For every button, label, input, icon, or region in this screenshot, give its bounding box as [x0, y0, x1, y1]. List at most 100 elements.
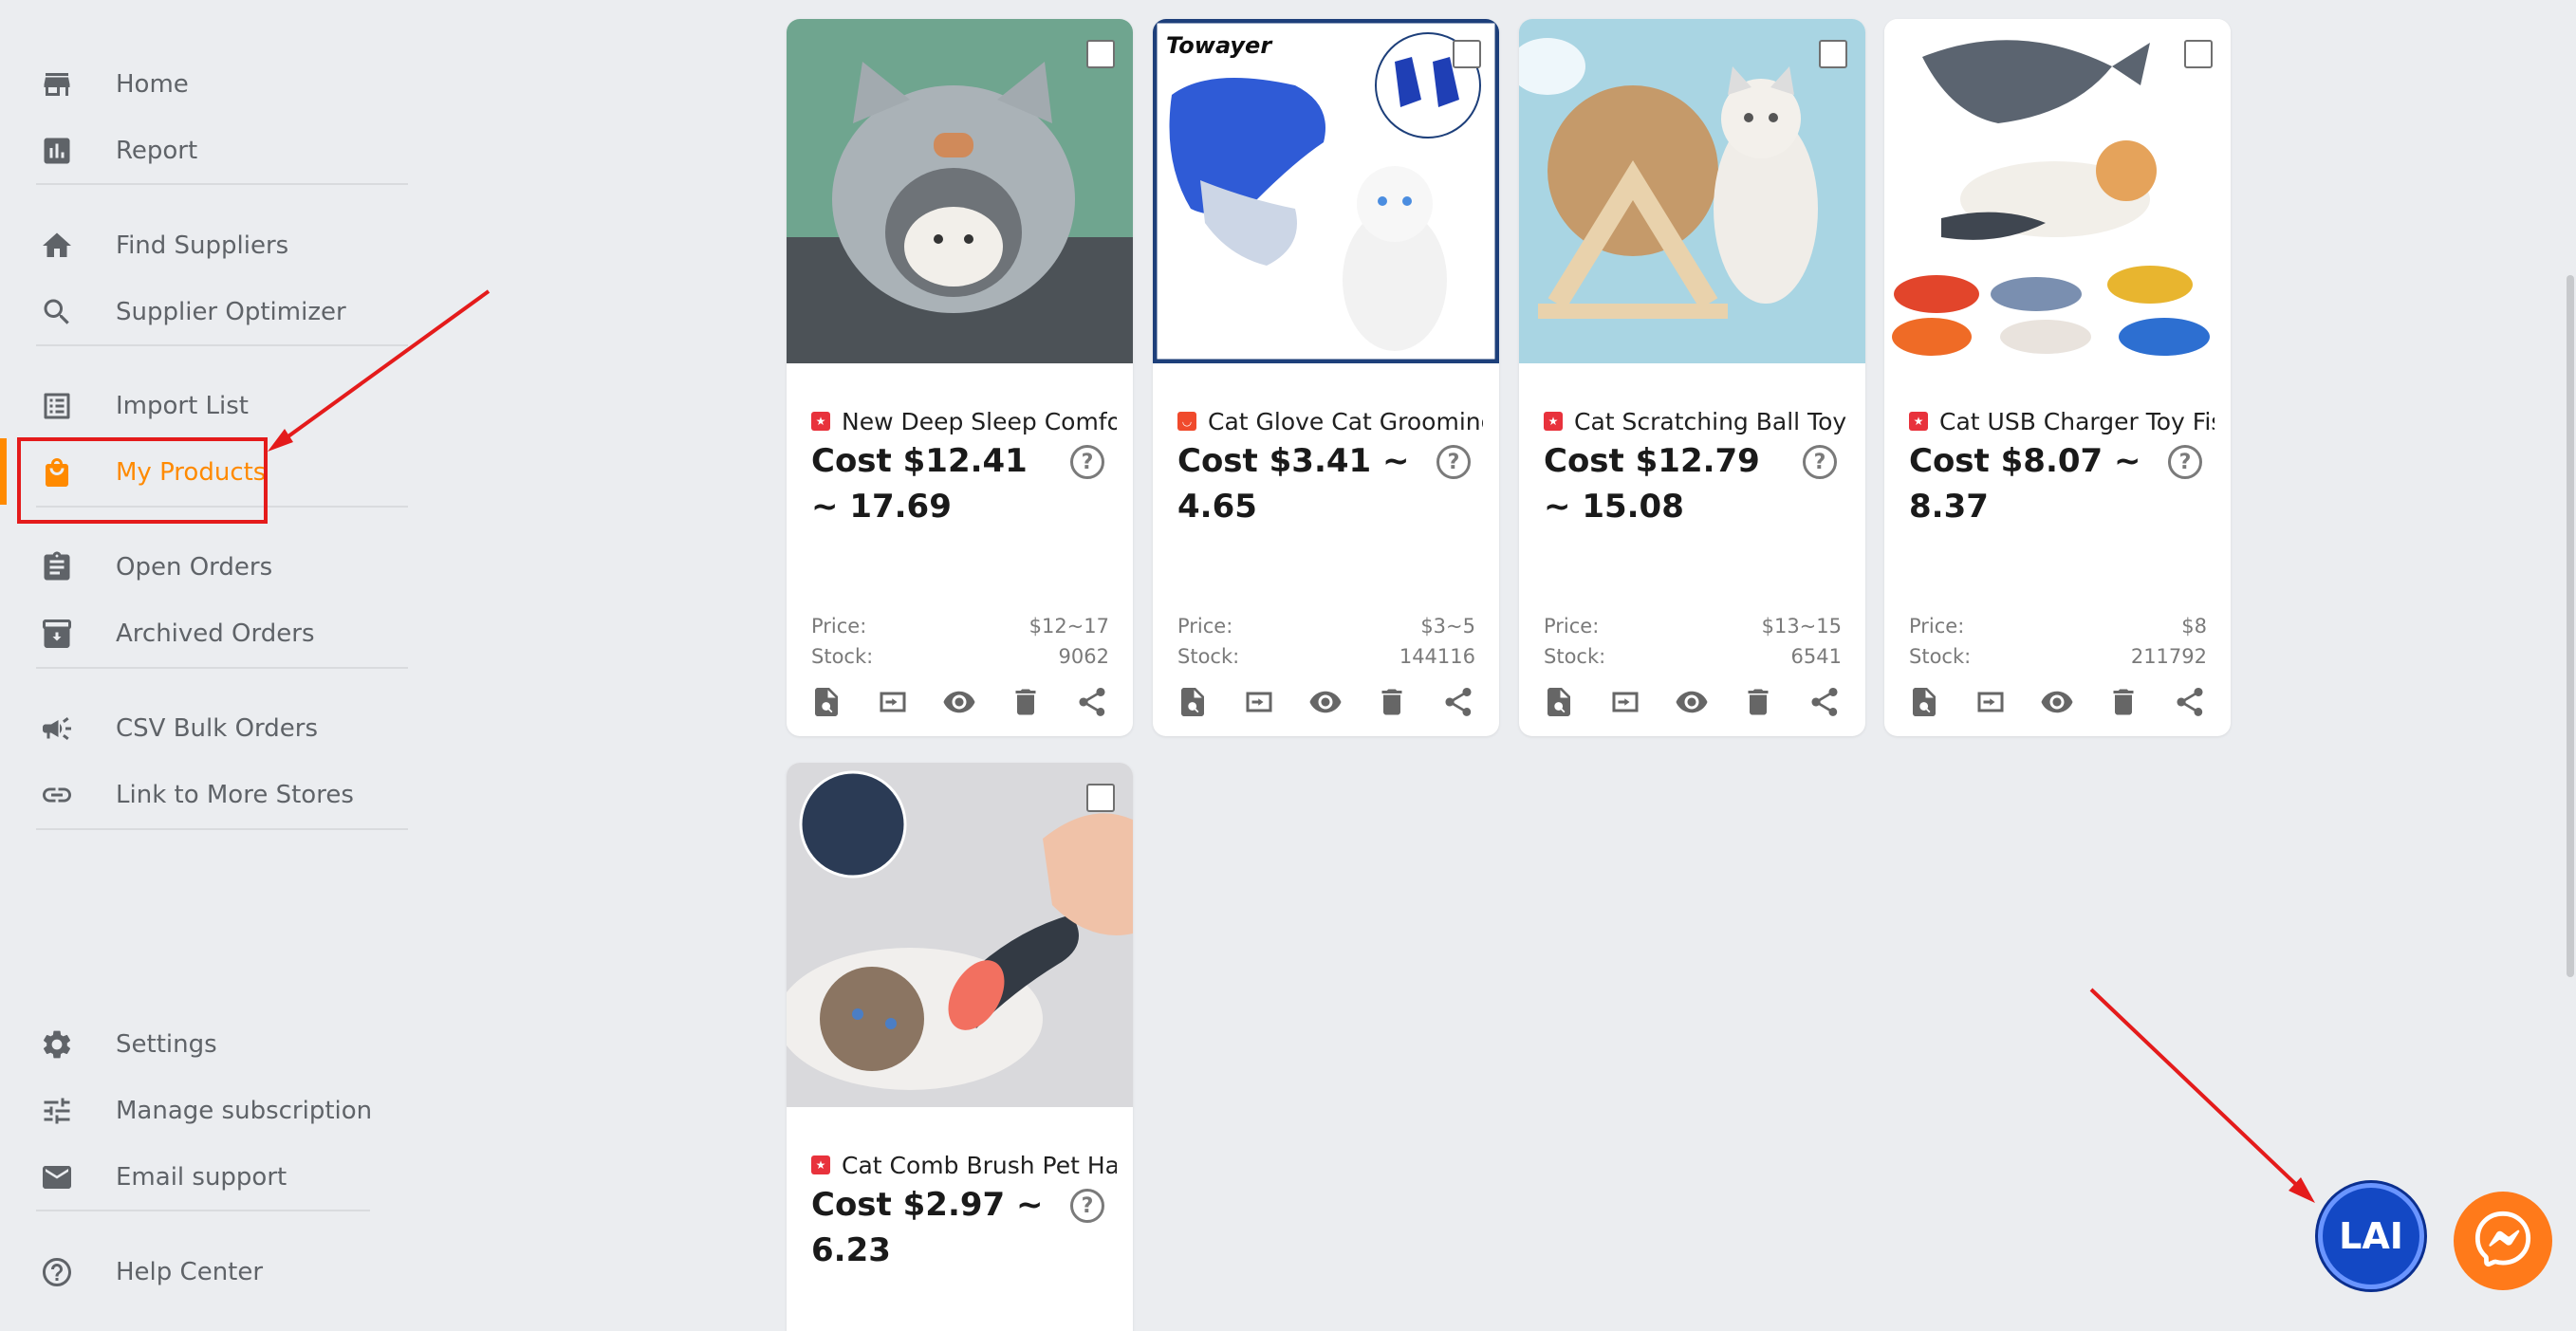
select-checkbox[interactable] — [1086, 40, 1115, 68]
stock-row: Stock: 211792 — [1909, 645, 2207, 668]
view-icon[interactable] — [2038, 683, 2076, 721]
sidebar-item-home[interactable]: Home — [0, 51, 408, 118]
find-supplier-icon[interactable] — [1905, 683, 1943, 721]
aliexpress-icon: ★ — [811, 412, 830, 431]
share-icon[interactable] — [2171, 683, 2209, 721]
sidebar-item-csv-bulk-orders[interactable]: CSV Bulk Orders — [0, 695, 408, 762]
view-icon[interactable] — [940, 683, 978, 721]
product-card[interactable]: ★ Cat Scratching Ball Toy K Cost $12.79 … — [1519, 19, 1865, 736]
aliexpress-icon: ★ — [811, 1155, 830, 1174]
messenger-icon — [2473, 1209, 2533, 1274]
page-scrollbar[interactable] — [2567, 275, 2574, 977]
divider — [36, 667, 408, 669]
aliexpress-icon: ★ — [1909, 412, 1928, 431]
stock-value: 211792 — [2130, 645, 2207, 668]
price-row: Price: $13~15 — [1544, 615, 1842, 638]
delete-icon[interactable] — [2104, 683, 2142, 721]
product-image[interactable] — [1519, 19, 1865, 363]
sidebar-item-label: Open Orders — [116, 553, 273, 582]
product-title-row: ★ Cat USB Charger Toy Fisl — [1909, 406, 2215, 436]
stock-value: 144116 — [1399, 645, 1475, 668]
price-value: $13~15 — [1761, 615, 1842, 638]
sidebar-item-archived-orders[interactable]: Archived Orders — [0, 601, 408, 667]
find-supplier-icon[interactable] — [1174, 683, 1212, 721]
select-checkbox[interactable] — [1453, 40, 1481, 68]
stock-row: Stock: 9062 — [811, 645, 1109, 668]
push-to-store-icon[interactable] — [1606, 683, 1644, 721]
sidebar-item-settings[interactable]: Settings — [0, 1011, 408, 1078]
delete-icon[interactable] — [1007, 683, 1045, 721]
divider — [36, 344, 408, 346]
sidebar-item-help-center[interactable]: Help Center — [0, 1239, 408, 1305]
help-icon[interactable]: ? — [1436, 445, 1471, 479]
share-icon[interactable] — [1073, 683, 1111, 721]
share-icon[interactable] — [1806, 683, 1844, 721]
price-label: Price: — [1544, 615, 1600, 638]
product-title[interactable]: Cat Comb Brush Pet Hai — [842, 1152, 1117, 1179]
push-to-store-icon[interactable] — [1240, 683, 1278, 721]
sidebar-item-import-list[interactable]: Import List — [0, 373, 408, 439]
link-icon — [38, 776, 76, 814]
product-title-row: ★ Cat Comb Brush Pet Hai — [811, 1150, 1117, 1180]
product-image[interactable] — [787, 763, 1133, 1107]
product-title[interactable]: Cat USB Charger Toy Fisl — [1939, 408, 2215, 435]
price-value: $3~5 — [1420, 615, 1475, 638]
sidebar-item-open-orders[interactable]: Open Orders — [0, 534, 408, 601]
stock-row: Stock: 144116 — [1177, 645, 1475, 668]
sidebar-item-supplier-optimizer[interactable]: Supplier Optimizer — [0, 279, 408, 345]
product-card[interactable]: Towayer ◡ Cat Glove Cat Grooming Cost $3… — [1153, 19, 1499, 736]
lai-assistant-button[interactable]: LAI — [2318, 1183, 2424, 1289]
product-cost: Cost $12.79 ~ 15.08 — [1544, 442, 1760, 526]
stock-row: Stock: 6541 — [1544, 645, 1842, 668]
price-label: Price: — [811, 615, 867, 638]
share-icon[interactable] — [1439, 683, 1477, 721]
find-supplier-icon[interactable] — [807, 683, 845, 721]
sidebar-item-report[interactable]: Report — [0, 118, 408, 184]
help-icon[interactable]: ? — [1070, 1189, 1104, 1223]
product-card[interactable]: ★ Cat USB Charger Toy Fisl Cost $8.07 ~ … — [1884, 19, 2231, 736]
divider — [36, 183, 408, 185]
product-title[interactable]: Cat Scratching Ball Toy K — [1574, 408, 1849, 435]
product-image[interactable] — [1153, 19, 1499, 363]
divider — [36, 1210, 370, 1211]
product-card[interactable]: ★ New Deep Sleep Comfor Cost $12.41 ~ 17… — [787, 19, 1133, 736]
product-title[interactable]: Cat Glove Cat Grooming — [1208, 408, 1483, 435]
sidebar-item-label: Supplier Optimizer — [116, 298, 346, 326]
help-icon[interactable]: ? — [1070, 445, 1104, 479]
sidebar-item-link-stores[interactable]: Link to More Stores — [0, 762, 408, 828]
sidebar-item-label: Manage subscription — [116, 1097, 373, 1125]
messenger-chat-button[interactable] — [2454, 1192, 2552, 1290]
product-image[interactable] — [787, 19, 1133, 363]
price-label: Price: — [1177, 615, 1233, 638]
product-card[interactable]: ★ Cat Comb Brush Pet Hai Cost $2.97 ~ 6.… — [787, 763, 1133, 1331]
delete-icon[interactable] — [1739, 683, 1777, 721]
help-icon[interactable]: ? — [1803, 445, 1837, 479]
product-cost: Cost $3.41 ~ 4.65 — [1177, 442, 1410, 526]
product-title[interactable]: New Deep Sleep Comfor — [842, 408, 1117, 435]
sidebar-item-label: Home — [116, 70, 189, 99]
select-checkbox[interactable] — [2184, 40, 2213, 68]
mail-icon — [38, 1158, 76, 1196]
card-actions — [1905, 683, 2209, 721]
search-icon — [38, 293, 76, 331]
select-checkbox[interactable] — [1819, 40, 1847, 68]
list-icon — [38, 387, 76, 425]
view-icon[interactable] — [1673, 683, 1711, 721]
stock-label: Stock: — [1909, 645, 1972, 668]
gear-icon — [38, 1026, 76, 1063]
sidebar-item-label: Report — [116, 137, 198, 165]
select-checkbox[interactable] — [1086, 784, 1115, 812]
price-row: Price: $12~17 — [811, 615, 1109, 638]
sidebar-item-label: Link to More Stores — [116, 781, 354, 809]
sidebar-item-manage-subscription[interactable]: Manage subscription — [0, 1078, 408, 1144]
push-to-store-icon[interactable] — [874, 683, 912, 721]
delete-icon[interactable] — [1373, 683, 1411, 721]
home-icon — [38, 227, 76, 265]
find-supplier-icon[interactable] — [1540, 683, 1578, 721]
push-to-store-icon[interactable] — [1972, 683, 2010, 721]
sidebar-item-email-support[interactable]: Email support — [0, 1144, 408, 1211]
help-icon[interactable]: ? — [2168, 445, 2202, 479]
view-icon[interactable] — [1307, 683, 1344, 721]
product-image[interactable] — [1884, 19, 2231, 363]
sidebar-item-find-suppliers[interactable]: Find Suppliers — [0, 213, 408, 279]
